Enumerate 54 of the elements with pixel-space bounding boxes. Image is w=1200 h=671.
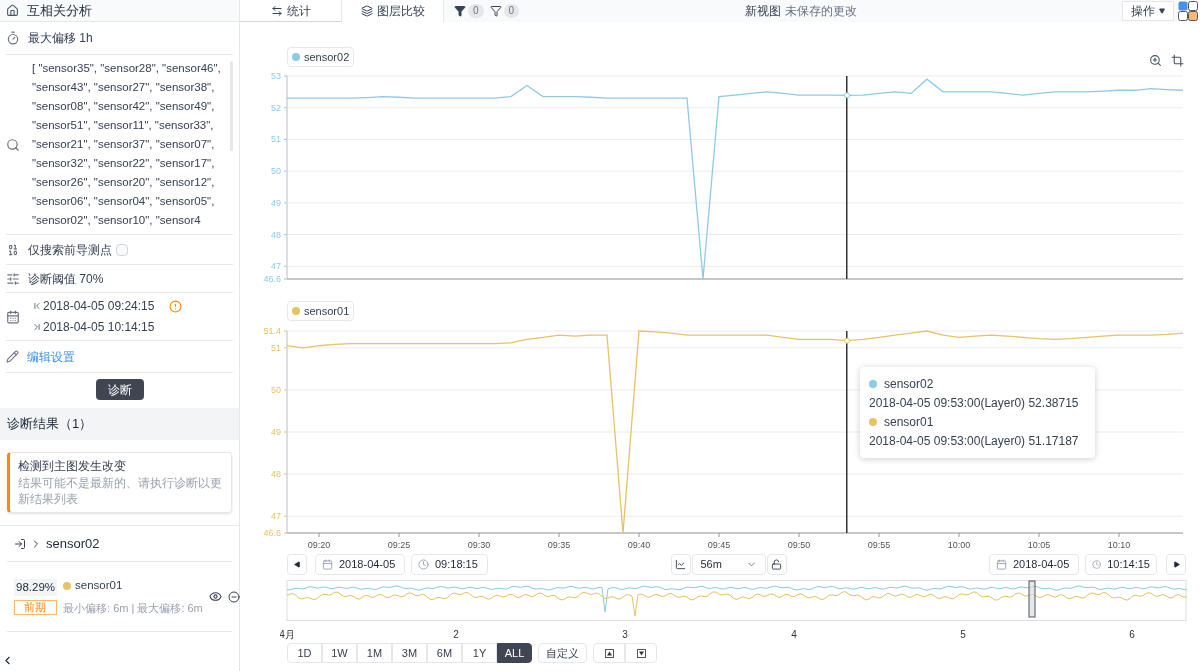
filter-count: 0 xyxy=(503,4,520,18)
navigator-axis-label: 5 xyxy=(960,629,966,640)
score-badge: 98.29% xyxy=(14,578,57,596)
filter-count: 0 xyxy=(468,4,484,18)
x-axis-label: 09:45 xyxy=(707,540,731,550)
alert-message: 结果可能不是最新的、请执行诊断以更新结果列表 xyxy=(18,476,223,508)
navigator-axis-label: 4月 xyxy=(280,629,295,640)
x-axis-label: 10:05 xyxy=(1027,540,1051,550)
y-axis-label: 46.6 xyxy=(263,274,281,284)
end-time: 2018-04-05 10:14:15 xyxy=(43,319,155,336)
y-axis-label: 50 xyxy=(271,384,281,395)
max-offset-label: 最大偏移 1h xyxy=(28,30,93,47)
results-header: 诊断结果（1） xyxy=(0,408,239,440)
threshold-label: 诊断阈值 70% xyxy=(28,270,104,288)
checkbox-label: 仅搜索前导测点 xyxy=(28,241,112,259)
offset-detail: 最小偏移: 6m | 最大偏移: 6m xyxy=(63,600,203,616)
y-axis-label: 47 xyxy=(271,511,281,522)
start-time: 2018-04-05 09:24:15 xyxy=(43,298,155,315)
y-axis-label: 51.4 xyxy=(263,326,281,336)
alert-title: 检测到主图发生改变 xyxy=(18,459,127,474)
y-axis-label: 49 xyxy=(271,427,281,437)
x-axis-label: 10:00 xyxy=(947,540,971,550)
y-axis-label: 51 xyxy=(271,342,281,353)
tooltip-value: 2018-04-05 09:53:00(Layer0) 52.38715 xyxy=(869,395,1080,412)
tag: 前期 xyxy=(14,599,57,615)
view-title: 新视图 xyxy=(744,3,781,20)
navigator-axis-label: 2 xyxy=(453,629,459,640)
y-axis-label: 47 xyxy=(271,261,281,272)
tooltip-value: 2018-04-05 09:53:00(Layer0) 51.17187 xyxy=(869,433,1080,450)
result-sensor: sensor01 xyxy=(75,578,123,594)
y-axis-label: 48 xyxy=(271,229,281,240)
x-axis-label: 09:50 xyxy=(787,540,811,550)
unsaved-status: 未保存的更改 xyxy=(784,3,857,20)
x-axis-label: 10:10 xyxy=(1107,540,1131,550)
y-axis-label: 52 xyxy=(271,102,281,113)
y-axis-label: 53 xyxy=(271,71,281,81)
target-sensor: sensor02 xyxy=(46,535,100,553)
tooltip-series: sensor02 xyxy=(884,376,934,393)
x-axis-label: 09:40 xyxy=(627,540,651,550)
y-axis-label: 46.6 xyxy=(263,528,281,538)
x-axis-label: 09:20 xyxy=(307,540,331,550)
panel-title: 互相关分析 xyxy=(27,1,92,20)
tooltip-series: sensor01 xyxy=(884,414,934,431)
y-axis-label: 49 xyxy=(271,197,281,208)
y-axis-label: 50 xyxy=(271,166,281,177)
y-axis-label: 48 xyxy=(271,469,281,480)
navigator-axis-label: 3 xyxy=(622,629,628,640)
x-axis-label: 09:25 xyxy=(387,540,411,550)
x-axis-label: 09:35 xyxy=(547,540,571,550)
x-axis-label: 09:55 xyxy=(867,540,891,550)
navigator-axis-label: 4 xyxy=(791,629,797,640)
x-axis-label: 09:30 xyxy=(467,540,491,550)
y-axis-label: 51 xyxy=(271,134,281,145)
navigator-axis-label: 6 xyxy=(1129,629,1135,640)
